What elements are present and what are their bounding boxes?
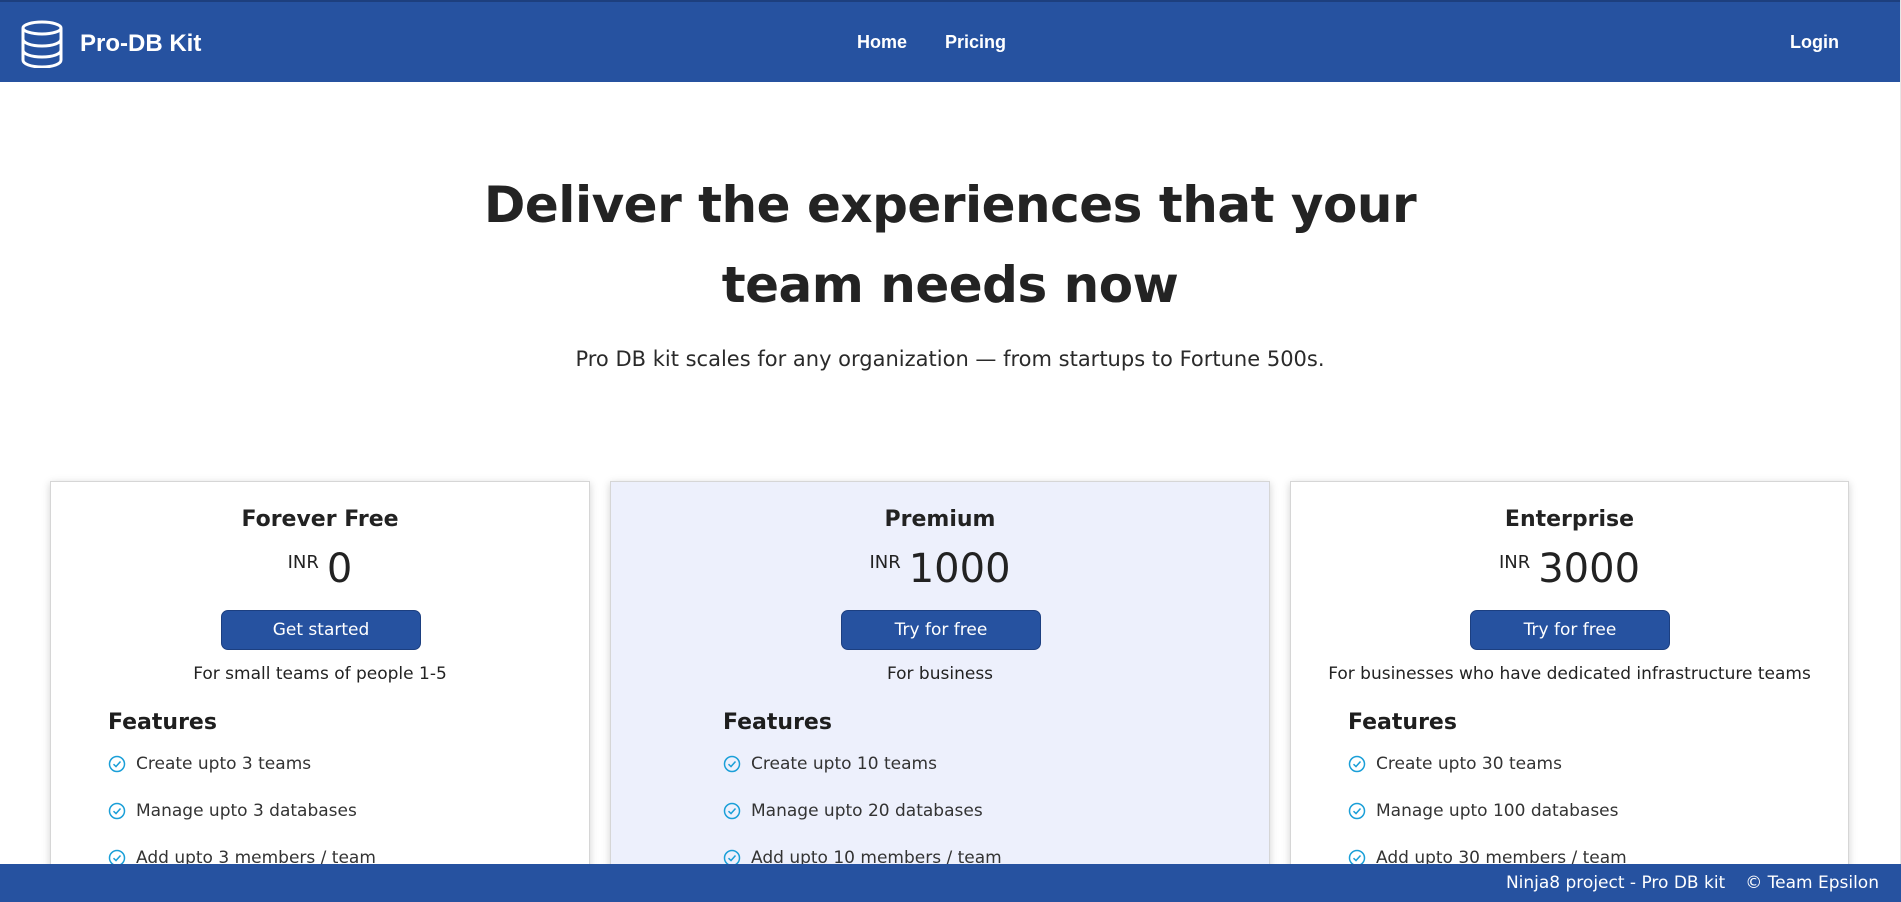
plan-card-enterprise: Enterprise INR 3000 Try for free For busi… (1290, 481, 1849, 901)
feature-text: Manage upto 3 databases (136, 801, 357, 821)
try-for-free-button[interactable]: Try for free (841, 610, 1041, 650)
feature-item: Create upto 3 teams (108, 754, 376, 801)
nav-links: Home Pricing (857, 32, 1044, 53)
features-heading: Features (723, 710, 832, 735)
plan-audience: For businesses who have dedicated infras… (1328, 664, 1811, 684)
plan-card-forever-free: Forever Free INR 0 Get started For small … (50, 481, 590, 901)
plan-name: Forever Free (241, 507, 399, 532)
check-circle-icon (108, 802, 126, 820)
footer-project: Ninja8 project - Pro DB kit (1505, 873, 1726, 893)
feature-item: Manage upto 20 databases (723, 801, 1002, 848)
feature-text: Create upto 3 teams (136, 754, 312, 774)
feature-text: Manage upto 20 databases (751, 801, 983, 821)
brand[interactable]: Pro-DB Kit (20, 20, 201, 68)
price-amount: 1000 (908, 546, 1011, 592)
feature-item: Manage upto 3 databases (108, 801, 376, 848)
plan-name: Enterprise (1504, 507, 1635, 532)
check-circle-icon (1348, 802, 1366, 820)
feature-text: Manage upto 100 databases (1376, 801, 1619, 821)
feature-text: Create upto 10 teams (751, 754, 937, 774)
plan-price: INR 0 (51, 546, 589, 592)
plan-price: INR 1000 (611, 546, 1269, 592)
features-heading: Features (108, 710, 217, 735)
footer: Ninja8 project - Pro DB kit © Team Epsil… (0, 864, 1901, 902)
plan-card-premium: Premium INR 1000 Try for free For busines… (610, 481, 1270, 901)
hero-title-line-1: Deliver the experiences that your (483, 176, 1417, 234)
feature-item: Manage upto 100 databases (1348, 801, 1627, 848)
features-heading: Features (1348, 710, 1457, 735)
plan-audience: For small teams of people 1-5 (193, 664, 447, 684)
feature-item: Create upto 10 teams (723, 754, 1002, 801)
price-currency: INR (869, 552, 901, 573)
hero-title: Deliver the experiences that your team n… (450, 165, 1450, 325)
feature-item: Create upto 30 teams (1348, 754, 1627, 801)
price-currency: INR (1498, 552, 1531, 573)
try-for-free-button[interactable]: Try for free (1470, 610, 1670, 650)
hero-title-line-2: team needs now (721, 256, 1179, 314)
price-amount: 0 (326, 546, 353, 592)
feature-text: Create upto 30 teams (1376, 754, 1562, 774)
get-started-button[interactable]: Get started (221, 610, 421, 650)
hero-subtitle: Pro DB kit scales for any organization —… (575, 347, 1325, 371)
brand-name: Pro-DB Kit (80, 30, 202, 57)
nav-link-home[interactable]: Home (857, 32, 907, 53)
check-circle-icon (1348, 755, 1366, 773)
price-amount: 3000 (1538, 546, 1641, 592)
plan-name: Premium (884, 507, 996, 532)
database-icon (21, 20, 63, 68)
top-navbar: Pro-DB Kit Home Pricing Login (0, 0, 1901, 82)
plan-audience: For business (886, 664, 994, 684)
check-circle-icon (723, 755, 741, 773)
footer-text: Ninja8 project - Pro DB kit © Team Epsil… (1506, 873, 1879, 893)
plan-price: INR 3000 (1291, 546, 1848, 592)
login-link[interactable]: Login (1790, 32, 1839, 53)
footer-copyright: © Team Epsilon (1745, 873, 1879, 893)
check-circle-icon (723, 802, 741, 820)
nav-link-pricing[interactable]: Pricing (945, 32, 1006, 53)
price-currency: INR (287, 552, 319, 573)
check-circle-icon (108, 755, 126, 773)
